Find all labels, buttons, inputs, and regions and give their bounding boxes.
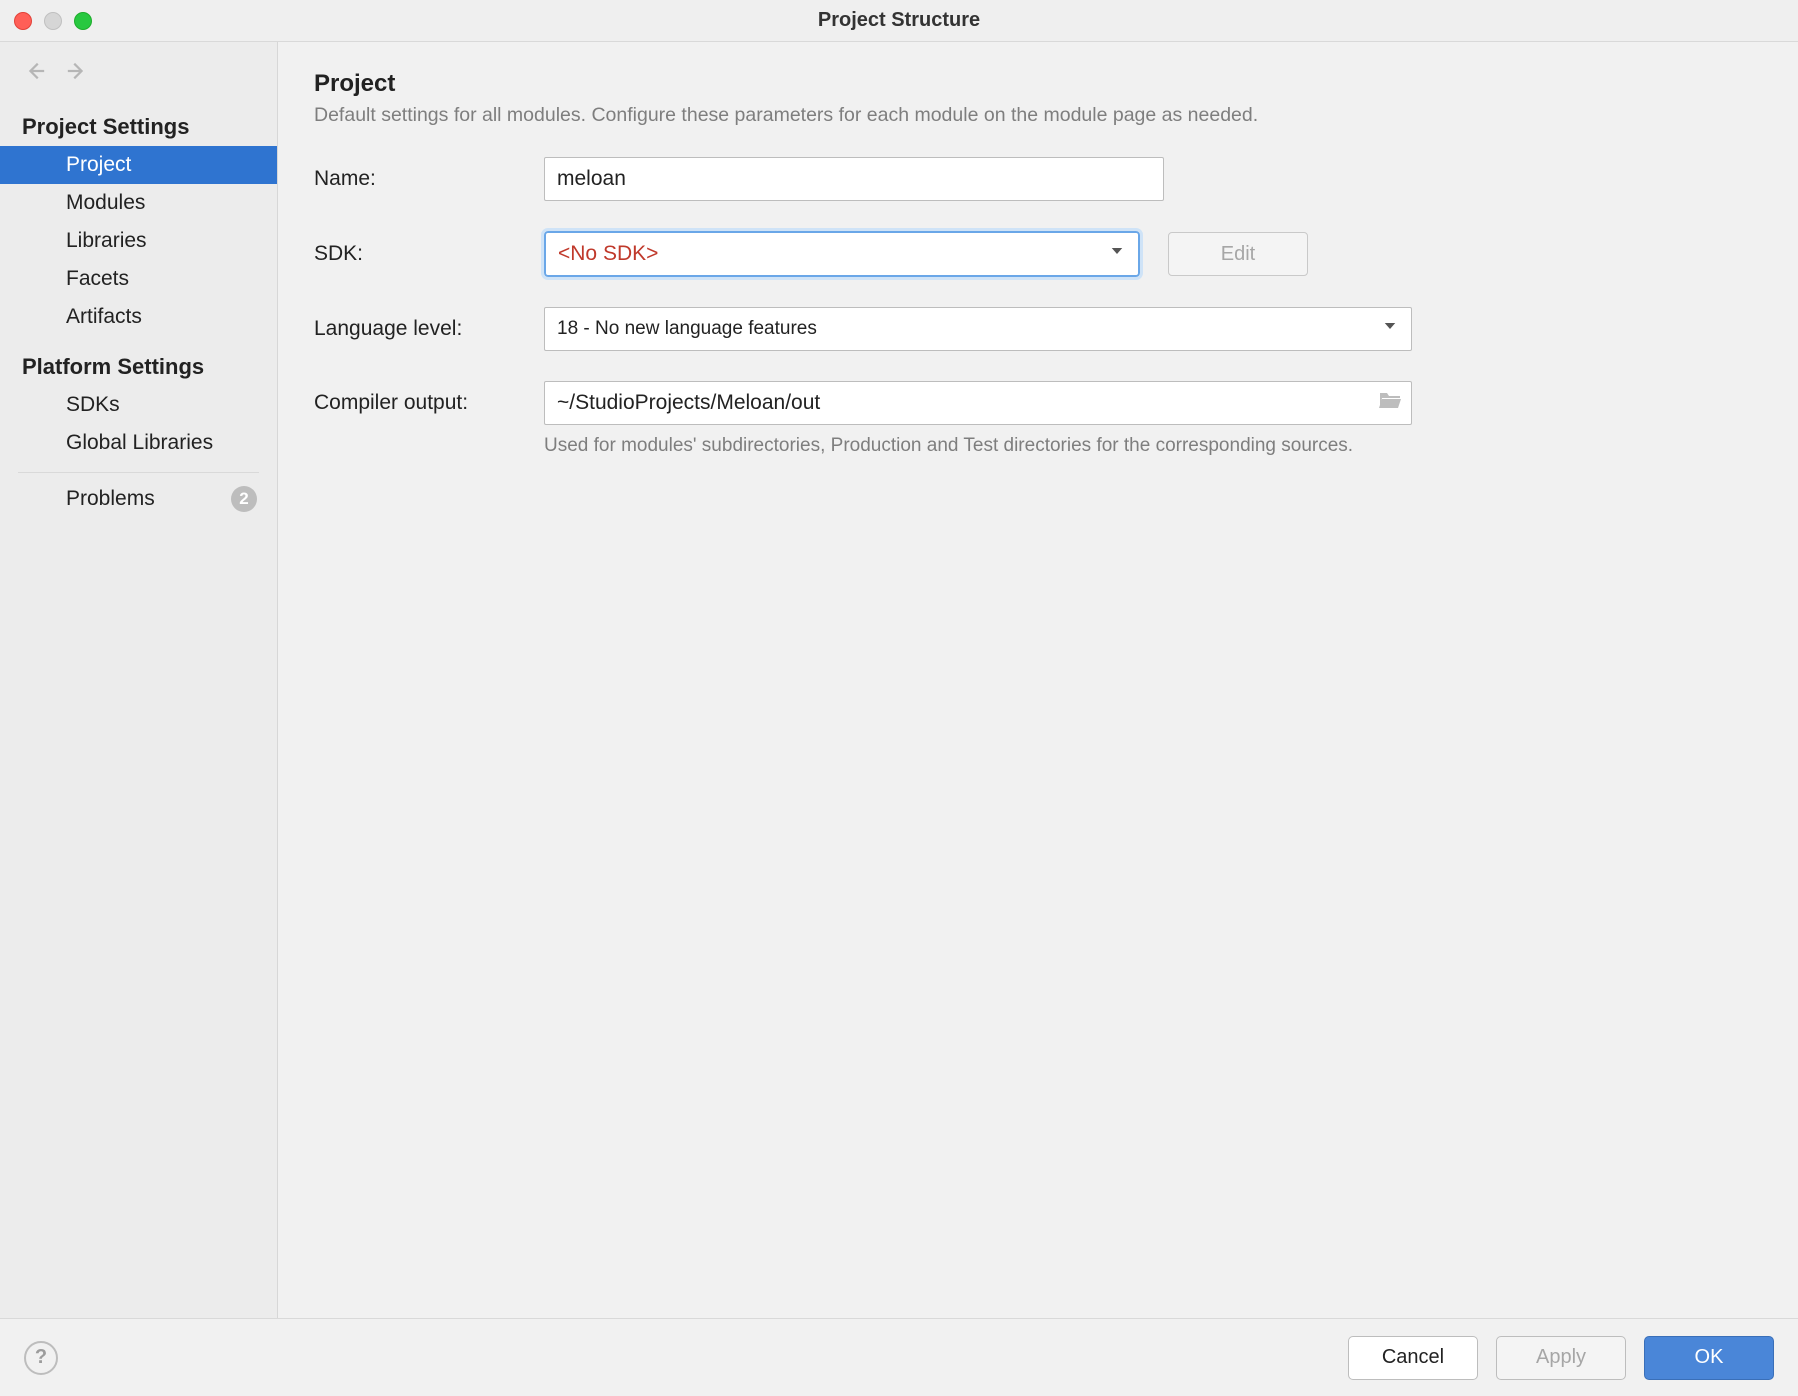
chevron-down-icon (1108, 242, 1126, 266)
project-structure-window: Project Structure Project Settings Proje… (0, 0, 1798, 1396)
nav-history-arrows (0, 42, 277, 96)
sdk-selected-value: <No SDK> (558, 242, 658, 266)
language-level-combobox[interactable]: 18 - No new language features (544, 307, 1412, 351)
sidebar-item-label: SDKs (66, 393, 120, 417)
label-compiler-output: Compiler output: (314, 391, 534, 415)
row-language-level: Language level: 18 - No new language fea… (314, 307, 1762, 351)
sidebar-item-modules[interactable]: Modules (0, 184, 277, 222)
minimize-window-button[interactable] (44, 12, 62, 30)
help-button[interactable]: ? (24, 1341, 58, 1375)
sidebar-item-problems[interactable]: Problems 2 (0, 479, 277, 519)
ok-button[interactable]: OK (1644, 1336, 1774, 1380)
sidebar-item-facets[interactable]: Facets (0, 260, 277, 298)
sdk-controls: <No SDK> Edit (544, 231, 1308, 277)
row-name: Name: (314, 157, 1762, 201)
page-title: Project (314, 70, 1762, 98)
sidebar-item-label: Problems (66, 487, 155, 511)
sidebar-item-global-libraries[interactable]: Global Libraries (0, 424, 277, 462)
dialog-body: Project Settings Project Modules Librari… (0, 42, 1798, 1318)
label-sdk: SDK: (314, 242, 534, 266)
nav-back-icon[interactable] (24, 60, 46, 88)
sidebar-item-libraries[interactable]: Libraries (0, 222, 277, 260)
sidebar-item-label: Modules (66, 191, 145, 215)
sidebar: Project Settings Project Modules Librari… (0, 42, 278, 1318)
nav-forward-icon[interactable] (66, 60, 88, 88)
row-compiler-output: Compiler output: (314, 381, 1762, 425)
language-level-selected-value: 18 - No new language features (557, 318, 817, 340)
sidebar-section-project-settings: Project Settings (0, 96, 277, 146)
sidebar-item-label: Project (66, 153, 131, 177)
label-name: Name: (314, 167, 534, 191)
sidebar-section-platform-settings: Platform Settings (0, 336, 277, 386)
zoom-window-button[interactable] (74, 12, 92, 30)
label-language-level: Language level: (314, 317, 534, 341)
window-title: Project Structure (0, 9, 1798, 32)
sidebar-item-label: Global Libraries (66, 431, 213, 455)
sidebar-item-project[interactable]: Project (0, 146, 277, 184)
compiler-output-wrapper (544, 381, 1412, 425)
project-name-input[interactable] (544, 157, 1164, 201)
sdk-combobox[interactable]: <No SDK> (544, 231, 1140, 277)
chevron-down-icon (1381, 317, 1399, 341)
titlebar: Project Structure (0, 0, 1798, 42)
compiler-output-input[interactable] (544, 381, 1412, 425)
sidebar-item-sdks[interactable]: SDKs (0, 386, 277, 424)
problems-badge: 2 (231, 486, 257, 512)
sidebar-item-label: Artifacts (66, 305, 142, 329)
sidebar-divider (18, 472, 259, 473)
dialog-footer: ? Cancel Apply OK (0, 1318, 1798, 1396)
edit-sdk-button[interactable]: Edit (1168, 232, 1308, 276)
page-subtitle: Default settings for all modules. Config… (314, 104, 1762, 127)
folder-open-icon[interactable] (1378, 390, 1402, 416)
close-window-button[interactable] (14, 12, 32, 30)
sidebar-item-label: Facets (66, 267, 129, 291)
main-panel: Project Default settings for all modules… (278, 42, 1798, 1318)
apply-button[interactable]: Apply (1496, 1336, 1626, 1380)
sidebar-item-label: Libraries (66, 229, 147, 253)
row-sdk: SDK: <No SDK> Edit (314, 231, 1762, 277)
compiler-output-hint: Used for modules' subdirectories, Produc… (544, 435, 1762, 457)
window-controls (14, 12, 92, 30)
cancel-button[interactable]: Cancel (1348, 1336, 1478, 1380)
sidebar-item-artifacts[interactable]: Artifacts (0, 298, 277, 336)
